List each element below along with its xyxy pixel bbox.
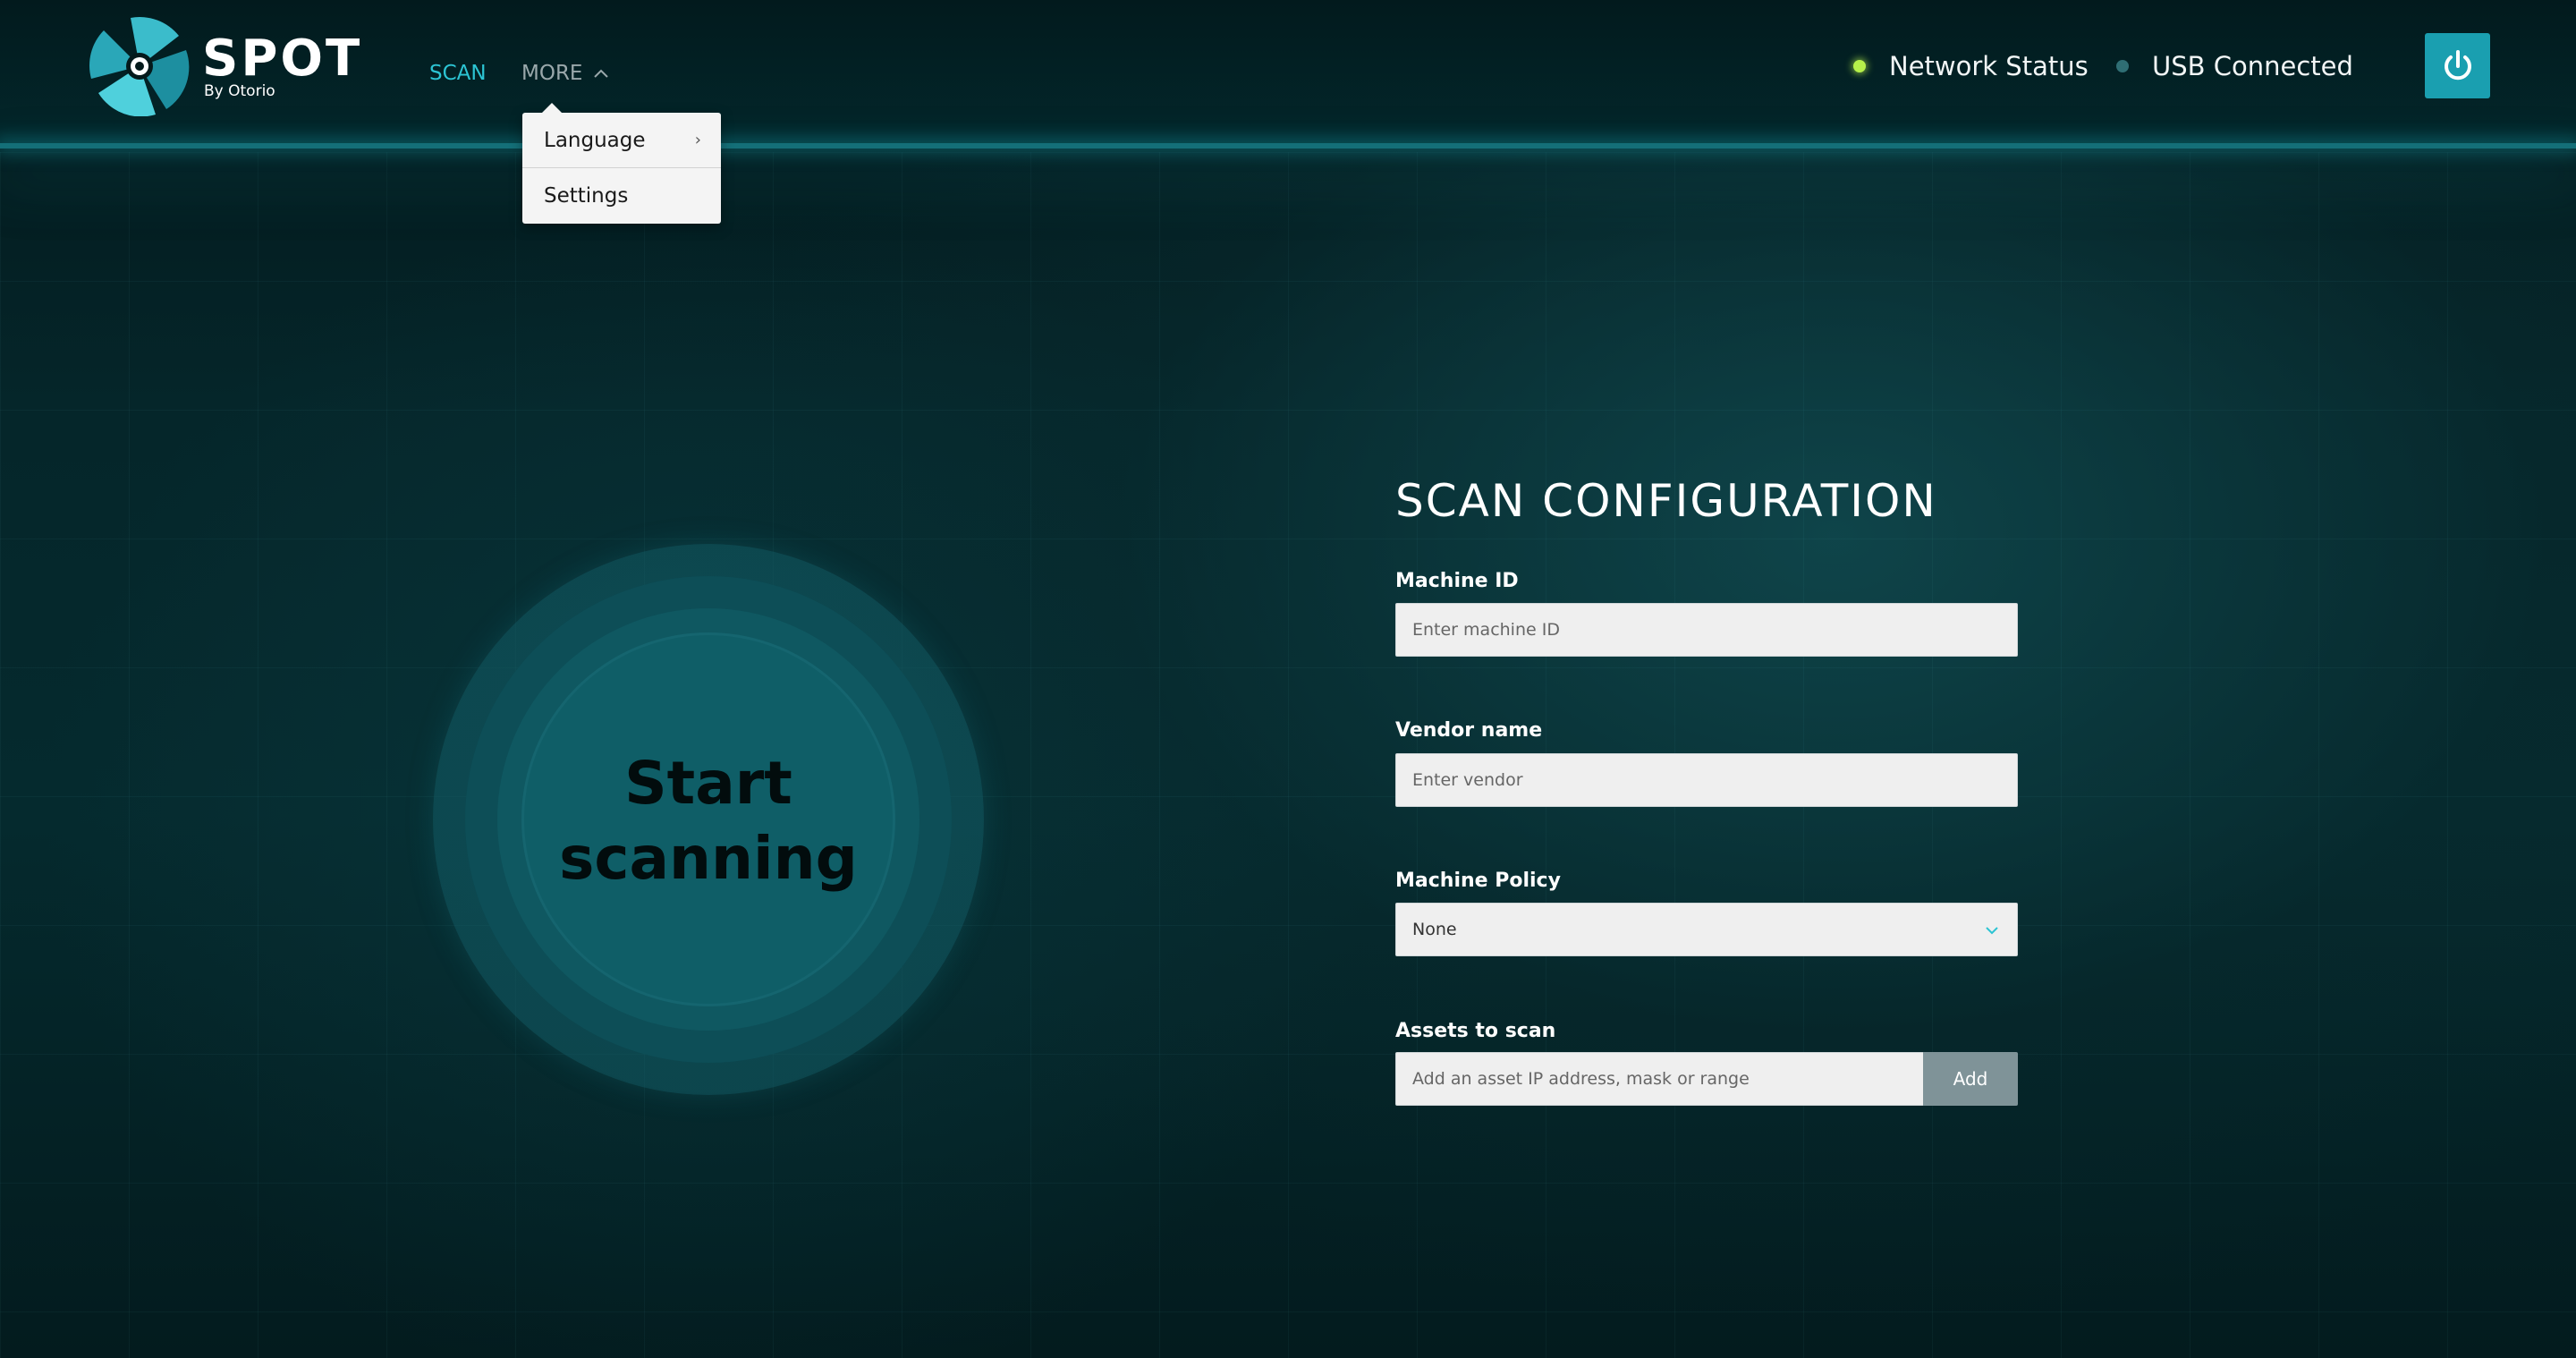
- dropdown-caret: [542, 103, 562, 113]
- chevron-right-icon: ›: [694, 131, 701, 149]
- machine-policy-select[interactable]: None: [1395, 903, 2018, 956]
- chevron-up-icon: [594, 69, 609, 78]
- usb-status: USB Connected: [2116, 50, 2353, 82]
- menu-item-settings[interactable]: Settings: [522, 168, 721, 224]
- app-title: SPOT: [202, 30, 362, 88]
- asset-address-input[interactable]: [1395, 1052, 1923, 1106]
- chevron-down-icon: [1986, 927, 1998, 935]
- app-title-text: SPOT: [202, 30, 363, 88]
- header-divider: [0, 143, 2576, 149]
- machine-policy-value: None: [1412, 920, 1457, 939]
- vendor-name-input[interactable]: [1395, 753, 2018, 807]
- more-dropdown-menu: Language › Settings: [522, 103, 721, 224]
- network-status-label: Network Status: [1889, 51, 2089, 81]
- usb-status-label: USB Connected: [2152, 51, 2353, 81]
- scan-configuration-title: SCAN CONFIGURATION: [1395, 475, 1937, 527]
- power-button[interactable]: [2425, 33, 2490, 98]
- start-scanning-button[interactable]: Start scanning: [433, 544, 984, 1095]
- network-status: Network Status: [1853, 50, 2089, 82]
- network-status-indicator: [1853, 60, 1866, 72]
- nav-more-label: MORE: [521, 62, 583, 85]
- start-scanning-label: Start scanning: [559, 749, 858, 893]
- menu-item-language-label: Language: [544, 129, 646, 152]
- assets-to-scan-label: Assets to scan: [1395, 1020, 1556, 1042]
- machine-id-input[interactable]: [1395, 603, 2018, 657]
- add-asset-button[interactable]: Add: [1923, 1052, 2018, 1106]
- usb-status-indicator: [2116, 60, 2129, 72]
- nav-scan[interactable]: SCAN: [429, 61, 487, 86]
- app-subtitle: By Otorio: [204, 82, 275, 100]
- fan-logo-icon: [89, 13, 190, 117]
- background-grid: [0, 152, 2576, 1358]
- nav-more[interactable]: MORE: [521, 61, 609, 86]
- menu-item-settings-label: Settings: [544, 184, 629, 208]
- power-icon: [2444, 49, 2471, 80]
- machine-policy-label: Machine Policy: [1395, 870, 1561, 892]
- menu-item-language[interactable]: Language ›: [522, 113, 721, 168]
- machine-id-label: Machine ID: [1395, 570, 1519, 592]
- vendor-name-label: Vendor name: [1395, 719, 1543, 742]
